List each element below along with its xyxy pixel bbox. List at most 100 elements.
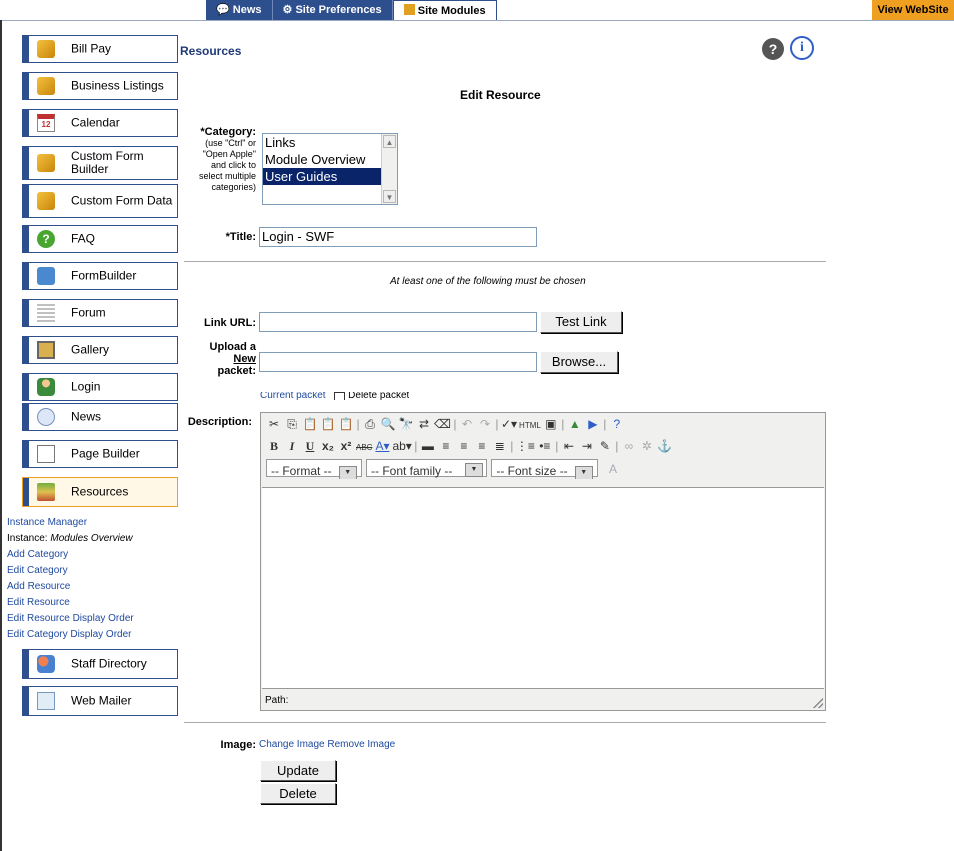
fullscreen-icon[interactable]: ▣ xyxy=(543,415,559,433)
change-image-link[interactable]: Change Image xyxy=(259,739,325,750)
bold-icon[interactable]: B xyxy=(266,437,282,455)
format-select[interactable]: -- Format -- ▼ xyxy=(266,459,362,479)
redo-icon[interactable]: ↷ xyxy=(477,415,493,433)
sidebar-item-login[interactable]: Login xyxy=(22,373,178,401)
copy-icon[interactable]: ⎘ xyxy=(284,415,300,433)
help-icon[interactable]: ? xyxy=(762,38,784,60)
highlight-icon[interactable]: ab▾ xyxy=(392,437,411,455)
sidebar-item-gallery[interactable]: Gallery xyxy=(22,336,178,364)
undo-icon[interactable]: ↶ xyxy=(459,415,475,433)
edit-category-link[interactable]: Edit Category xyxy=(7,563,178,579)
tab-news[interactable]: 💬 News xyxy=(206,0,273,20)
sidebar-item-web-mailer[interactable]: Web Mailer xyxy=(22,686,178,716)
ordered-list-icon[interactable]: ⋮≡ xyxy=(516,437,535,455)
category-listbox[interactable]: Links Module Overview User Guides ▲ ▼ xyxy=(262,133,398,205)
html-icon[interactable]: HTML xyxy=(519,417,541,435)
add-resource-link[interactable]: Add Resource xyxy=(7,579,178,595)
align-justify-icon[interactable]: ≣ xyxy=(492,437,508,455)
print-icon[interactable]: ⎙ xyxy=(362,415,378,433)
link-icon[interactable]: ∞ xyxy=(621,437,637,455)
login-icon xyxy=(37,378,55,396)
test-link-button[interactable]: Test Link xyxy=(540,311,622,333)
align-left-icon[interactable]: ≡ xyxy=(438,437,454,455)
scroll-up-icon[interactable]: ▲ xyxy=(383,135,396,148)
subscript-icon[interactable]: x₂ xyxy=(320,437,336,455)
edit-category-order-link[interactable]: Edit Category Display Order xyxy=(7,627,178,643)
category-option-selected[interactable]: User Guides xyxy=(263,168,382,185)
superscript-icon[interactable]: x² xyxy=(338,437,354,455)
cut-icon[interactable]: ✂ xyxy=(266,415,282,433)
tab-site-modules[interactable]: Site Modules xyxy=(392,0,497,20)
font-family-select[interactable]: -- Font family -- ▼ xyxy=(366,459,487,478)
spellcheck-icon[interactable]: ✓▾ xyxy=(501,415,517,433)
listbox-scrollbar[interactable]: ▲ ▼ xyxy=(381,134,397,204)
sidebar-item-formbuilder[interactable]: FormBuilder xyxy=(22,262,178,290)
sidebar-item-business-listings[interactable]: Business Listings xyxy=(22,72,178,100)
info-icon[interactable]: i xyxy=(790,36,814,60)
italic-icon[interactable]: I xyxy=(284,437,300,455)
font-size-select[interactable]: -- Font size -- ▼ xyxy=(491,459,598,479)
edit-block-icon[interactable]: ✎ xyxy=(597,437,613,455)
paste-word-icon[interactable]: 📋 xyxy=(338,415,354,433)
sidebar-item-staff-directory[interactable]: Staff Directory xyxy=(22,649,178,679)
sidebar-item-bill-pay[interactable]: Bill Pay xyxy=(22,35,178,63)
category-option[interactable]: Module Overview xyxy=(263,151,382,168)
remove-image-link[interactable]: Remove Image xyxy=(327,739,395,750)
strikethrough-icon[interactable]: ABC xyxy=(356,439,372,457)
editor-content-area[interactable] xyxy=(262,487,824,689)
replace-icon[interactable]: ⇄ xyxy=(416,415,432,433)
resize-handle-icon[interactable] xyxy=(813,698,823,708)
category-option[interactable]: Links xyxy=(263,134,382,151)
sidebar-item-news[interactable]: News xyxy=(22,403,178,431)
font-color-icon[interactable]: A▾ xyxy=(374,437,390,455)
underline-icon[interactable]: U xyxy=(302,437,318,455)
add-category-link[interactable]: Add Category xyxy=(7,547,178,563)
form-icon xyxy=(37,267,55,285)
delete-packet-checkbox[interactable] xyxy=(334,392,346,400)
update-button[interactable]: Update xyxy=(260,760,336,781)
instance-manager-link[interactable]: Instance Manager xyxy=(7,515,178,531)
accent-bar xyxy=(23,185,29,217)
view-website-button[interactable]: View WebSite xyxy=(872,0,954,20)
align-center-icon[interactable]: ≡ xyxy=(456,437,472,455)
unlink-icon[interactable]: ✲ xyxy=(639,437,655,455)
scroll-down-icon[interactable]: ▼ xyxy=(383,190,396,203)
upload-file-input[interactable] xyxy=(259,352,537,372)
edit-resource-link[interactable]: Edit Resource xyxy=(7,595,178,611)
sidebar-item-custom-form-builder[interactable]: Custom Form Builder xyxy=(22,146,178,180)
help-icon[interactable]: ? xyxy=(609,415,625,433)
title-input[interactable]: Login - SWF xyxy=(259,227,537,247)
sidebar-item-resources[interactable]: Resources xyxy=(22,477,178,507)
sidebar-item-calendar[interactable]: 12 Calendar xyxy=(22,109,178,137)
media-icon[interactable]: ▶ xyxy=(585,415,601,433)
indent-icon[interactable]: ⇥ xyxy=(579,437,595,455)
browse-button[interactable]: Browse... xyxy=(540,351,618,373)
outdent-icon[interactable]: ⇤ xyxy=(561,437,577,455)
anchor-icon[interactable]: ⚓ xyxy=(657,437,673,455)
horizontal-rule-icon[interactable]: ▬ xyxy=(420,437,436,455)
paste-text-icon[interactable]: 📋 xyxy=(320,415,336,433)
box-icon xyxy=(37,154,55,172)
paste-icon[interactable]: 📋 xyxy=(302,415,318,433)
sidebar-item-page-builder[interactable]: Page Builder xyxy=(22,440,178,468)
image-icon[interactable]: ▲ xyxy=(567,415,583,433)
preview-icon[interactable]: 🔍 xyxy=(380,415,396,433)
sidebar-item-label: News xyxy=(71,409,102,424)
sidebar-item-custom-form-data[interactable]: Custom Form Data xyxy=(22,184,178,218)
edit-resource-order-link[interactable]: Edit Resource Display Order xyxy=(7,611,178,627)
sidebar-item-forum[interactable]: Forum xyxy=(22,299,178,327)
sidebar-item-faq[interactable]: ? FAQ xyxy=(22,225,178,253)
remove-format-icon[interactable]: A xyxy=(605,459,621,477)
upload-label-1: Upload a xyxy=(209,341,256,353)
current-packet-link[interactable]: Current packet xyxy=(260,392,326,400)
clean-icon[interactable]: ⌫ xyxy=(434,415,451,433)
calendar-icon: 12 xyxy=(37,114,55,132)
link-url-input[interactable] xyxy=(259,312,537,332)
delete-button[interactable]: Delete xyxy=(260,783,336,804)
align-right-icon[interactable]: ≡ xyxy=(474,437,490,455)
title-label: *Title: xyxy=(225,231,256,243)
upload-label: Upload a New packet: xyxy=(186,341,256,377)
tab-site-preferences[interactable]: ⚙ Site Preferences xyxy=(273,0,393,20)
unordered-list-icon[interactable]: •≡ xyxy=(537,437,553,455)
find-icon[interactable]: 🔭 xyxy=(398,415,414,433)
